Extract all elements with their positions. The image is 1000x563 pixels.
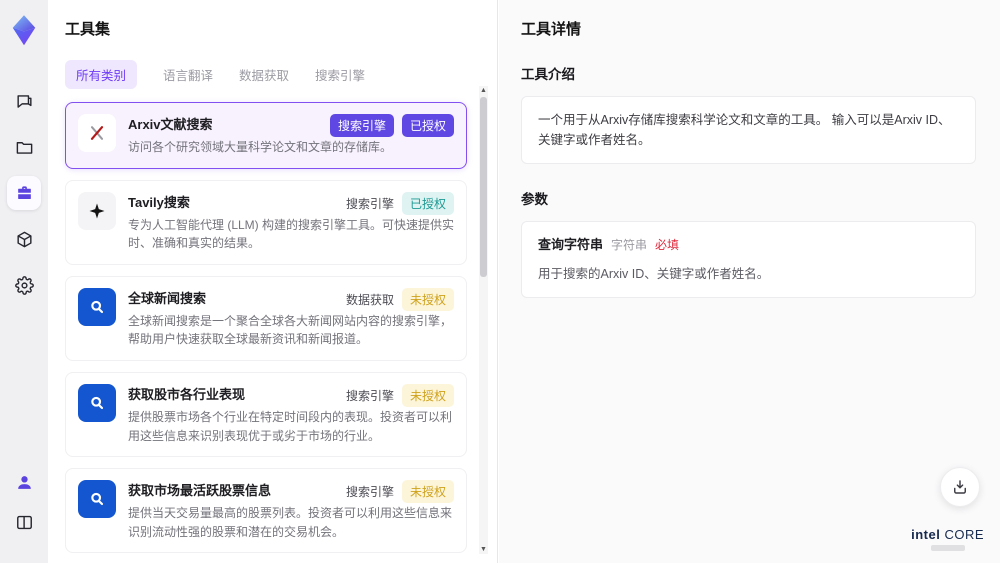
detail-title: 工具详情 (521, 21, 582, 38)
category-label: 搜索引擎 (345, 196, 394, 211)
intel-core-logo: intel CORE (911, 527, 984, 551)
category-tabs: 所有类别 语言翻译 数据获取 搜索引擎 (65, 60, 467, 89)
tool-description: 专为人工智能代理 (LLM) 构建的搜索引擎工具。可快速提供实时、准确和真实的结… (128, 217, 455, 251)
list-scrollbar[interactable]: ▲ ▼ (479, 86, 488, 554)
auth-status-badge: 未授权 (401, 480, 454, 504)
tab-search-engine[interactable]: 搜索引擎 (315, 60, 365, 89)
tool-card-sector-performance[interactable]: 获取股市各行业表现 提供股票市场各个行业在特定时间段内的表现。投资者可以利用这些… (65, 371, 467, 458)
left-rail (0, 0, 48, 563)
scrollbar-up-arrow[interactable]: ▲ (479, 86, 488, 95)
app-logo (9, 14, 39, 46)
param-card: 查询字符串 字符串 必填 用于搜索的Arxiv ID、关键字或作者姓名。 (521, 221, 976, 298)
scrollbar-thumb[interactable] (480, 97, 487, 277)
arxiv-icon (78, 114, 116, 152)
download-button[interactable] (940, 467, 980, 507)
param-name: 查询字符串 (538, 237, 604, 252)
page-title: 工具集 (65, 21, 111, 38)
auth-status-badge: 已授权 (401, 114, 454, 137)
intel-product: CORE (944, 527, 984, 542)
intel-brand: intel (911, 527, 941, 542)
scrollbar-down-arrow[interactable]: ▼ (479, 545, 488, 554)
tab-language-translation[interactable]: 语言翻译 (163, 60, 213, 89)
toolbox-icon[interactable] (7, 176, 41, 210)
auth-status-badge: 已授权 (401, 191, 454, 215)
settings-icon[interactable] (7, 268, 41, 302)
params-heading: 参数 (521, 192, 548, 207)
tab-data-acquisition[interactable]: 数据获取 (239, 60, 289, 89)
auth-status-badge: 未授权 (401, 287, 454, 311)
news-search-icon (78, 287, 116, 326)
tool-list: Arxiv文献搜索 访问各个研究领域大量科学论文和文章的存储库。 搜索引擎 已授… (65, 102, 467, 563)
tool-description: 访问各个研究领域大量科学论文和文章的存储库。 (128, 140, 393, 154)
tool-description: 提供股票市场各个行业在特定时间段内的表现。投资者可以利用这些信息来识别表现优于或… (128, 409, 453, 443)
param-required-badge: 必填 (655, 238, 680, 252)
news-search-icon (78, 383, 116, 422)
intro-card: 一个用于从Arxiv存储库搜索科学论文和文章的工具。 输入可以是Arxiv ID… (521, 96, 976, 164)
category-badge: 搜索引擎 (329, 114, 394, 137)
cube-icon[interactable] (7, 222, 41, 256)
user-icon[interactable] (7, 465, 41, 499)
category-label: 数据获取 (345, 292, 394, 307)
tool-card-tavily[interactable]: Tavily搜索 专为人工智能代理 (LLM) 构建的搜索引擎工具。可快速提供实… (65, 179, 467, 265)
tavily-icon (78, 191, 116, 230)
panel-toggle-icon[interactable] (7, 505, 41, 539)
tool-description: 全球新闻搜索是一个聚合全球各大新闻网站内容的搜索引擎，帮助用户快速获取全球最新资… (128, 313, 453, 347)
tool-description: 提供当天交易量最高的股票列表。投资者可以利用这些信息来识别流动性强的股票和潜在的… (128, 506, 453, 539)
intro-text: 一个用于从Arxiv存储库搜索科学论文和文章的工具。 输入可以是Arxiv ID… (538, 113, 951, 147)
category-label: 搜索引擎 (345, 485, 394, 500)
tab-all-categories[interactable]: 所有类别 (65, 60, 138, 89)
tool-card-arxiv[interactable]: Arxiv文献搜索 访问各个研究领域大量科学论文和文章的存储库。 搜索引擎 已授… (65, 102, 467, 169)
auth-status-badge: 未授权 (401, 383, 454, 407)
folder-icon[interactable] (7, 130, 41, 164)
intel-logo-subtext (930, 545, 965, 551)
news-search-icon (78, 480, 116, 519)
chat-icon[interactable] (7, 84, 41, 118)
tool-list-panel: 工具集 所有类别 语言翻译 数据获取 搜索引擎 Arxiv文献搜索 访问各个研究… (48, 0, 498, 563)
category-label: 搜索引擎 (345, 388, 394, 403)
param-description: 用于搜索的Arxiv ID、关键字或作者姓名。 (538, 266, 770, 281)
tool-card-most-active-stocks[interactable]: 获取市场最活跃股票信息 提供当天交易量最高的股票列表。投资者可以利用这些信息来识… (65, 468, 467, 554)
tool-card-global-news[interactable]: 全球新闻搜索 全球新闻搜索是一个聚合全球各大新闻网站内容的搜索引擎，帮助用户快速… (65, 275, 467, 361)
tool-detail-panel: 工具详情 工具介绍 一个用于从Arxiv存储库搜索科学论文和文章的工具。 输入可… (499, 0, 1000, 563)
param-type: 字符串 (611, 238, 648, 252)
intro-heading: 工具介绍 (521, 67, 575, 82)
